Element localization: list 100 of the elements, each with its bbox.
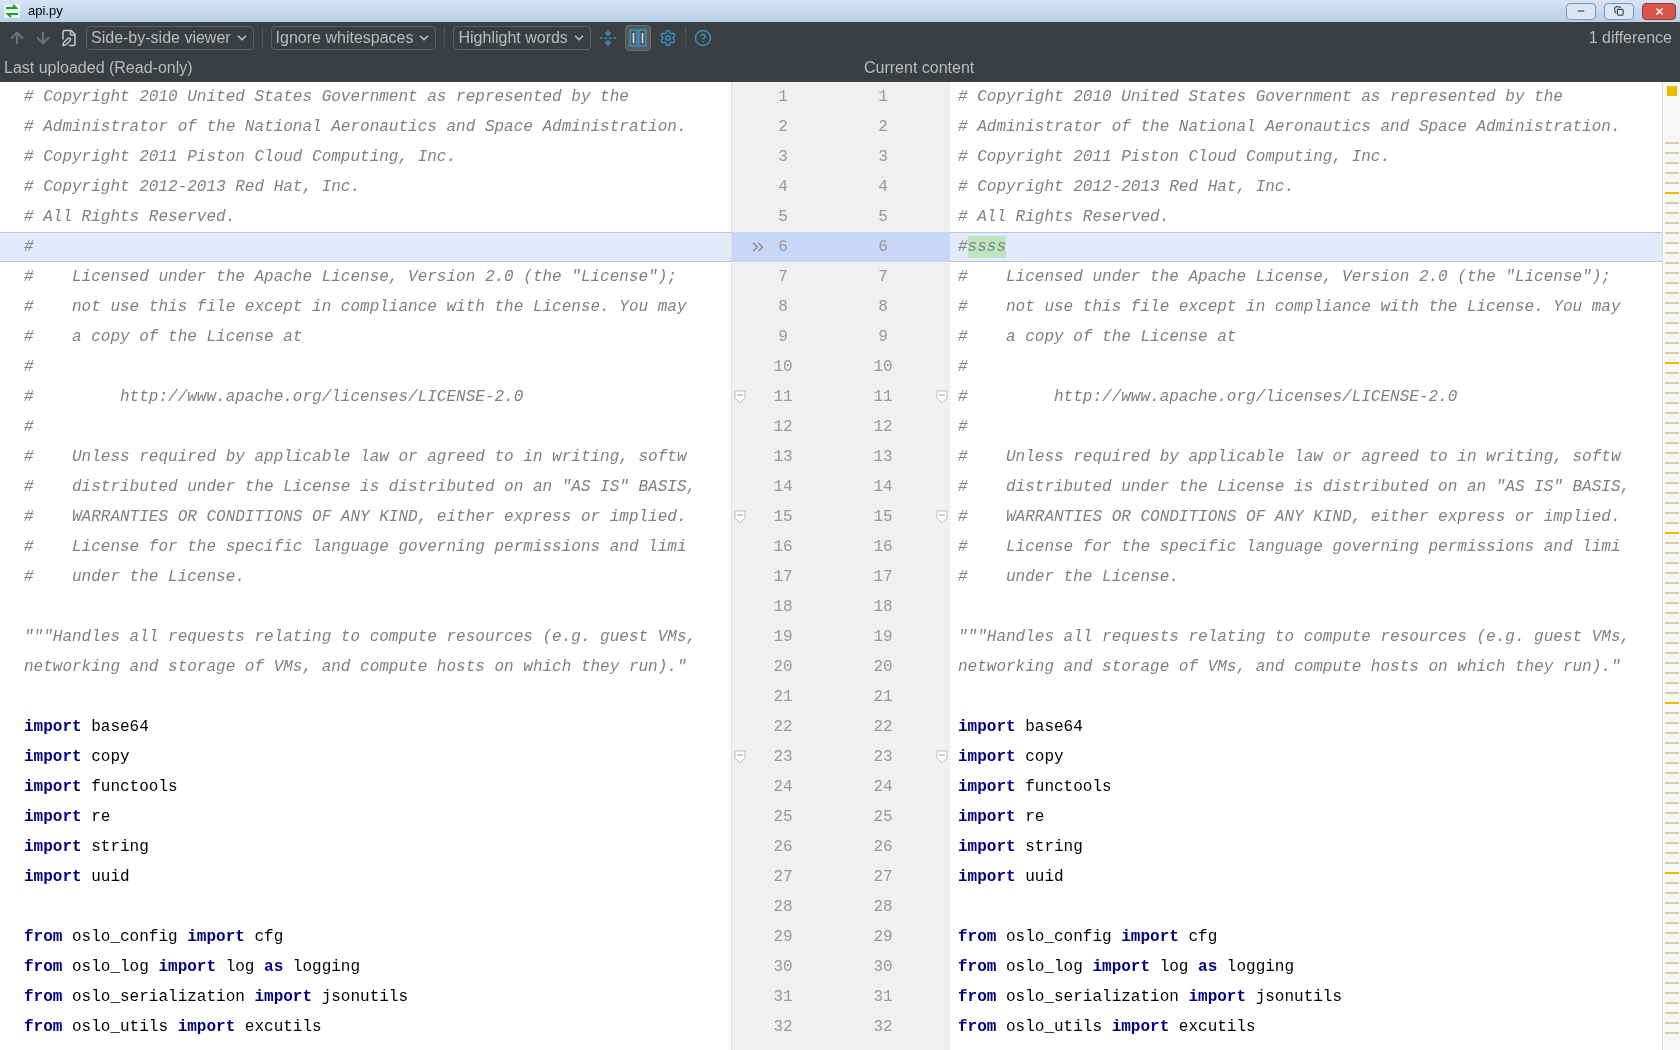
pane-title: Last uploaded (Read-only) — [4, 59, 193, 76]
code-text: # — [24, 237, 34, 258]
fold-marker-icon[interactable] — [936, 390, 948, 404]
fold-marker-icon[interactable] — [936, 750, 948, 764]
minimize-button[interactable] — [1566, 2, 1596, 20]
code-text: # WARRANTIES OR CONDITIONS OF ANY KIND, either express or implied. — [24, 507, 687, 528]
line-number: 9 — [877, 327, 889, 348]
line-number: 10 — [872, 357, 894, 378]
code-text: import — [958, 867, 1016, 888]
previous-difference-icon[interactable] — [8, 29, 26, 47]
code-text: copy — [1024, 747, 1064, 768]
restore-button[interactable] — [1604, 2, 1634, 20]
code-text: base64 — [90, 717, 149, 738]
code-text: # All Rights Reserved. — [958, 207, 1170, 228]
collapse-unchanged-icon[interactable] — [598, 29, 617, 47]
fold-marker-icon[interactable] — [734, 510, 746, 524]
line-number: 31 — [772, 987, 794, 1008]
code-text: import — [24, 867, 82, 888]
fold-marker-icon[interactable] — [734, 390, 746, 404]
code-text: # Administrator of the National Aeronautics and Space Administration. — [24, 117, 687, 138]
settings-icon[interactable] — [658, 29, 677, 47]
line-number: 14 — [872, 477, 894, 498]
code-text: log — [224, 957, 256, 978]
line-number: 3 — [777, 147, 789, 168]
pane-title: Current content — [864, 58, 975, 78]
code-text: oslo_log — [1005, 957, 1084, 978]
line-number: 11 — [872, 387, 894, 408]
code-text: # http://www.apache.org/licenses/LICENSE-2.0 — [958, 387, 1458, 408]
line-number: 30 — [872, 957, 894, 978]
code-text: import — [958, 747, 1016, 768]
code-text: import — [187, 927, 245, 948]
dropdown-button[interactable]: Highlight words — [453, 26, 591, 50]
code-text: from — [958, 957, 997, 978]
line-number: 15 — [772, 507, 794, 528]
code-text: # Copyright 2012-2013 Red Hat, Inc. — [958, 177, 1295, 198]
code-text: # Administrator of the National Aeronautics and Space Administration. — [958, 117, 1621, 138]
line-number: 16 — [872, 537, 894, 558]
code-text: uuid — [1024, 867, 1064, 888]
code-text: as — [1198, 957, 1218, 978]
code-text: # not use this file except in compliance with the License. You may — [958, 297, 1621, 318]
code-text: import — [958, 717, 1016, 738]
line-number: 12 — [772, 417, 794, 438]
dropdown-button[interactable]: Side-by-side viewer — [86, 26, 254, 50]
code-text: # Licensed under the Apache License, Version 2.0 (the "License"); — [24, 267, 677, 288]
line-number: 14 — [772, 477, 794, 498]
fold-marker-icon[interactable] — [936, 510, 948, 524]
line-number: 17 — [872, 567, 894, 588]
code-text: # a copy of the License at — [24, 327, 303, 348]
line-number: 2 — [877, 117, 889, 138]
code-text: cfg — [253, 927, 284, 948]
code-text: # Copyright 2012-2013 Red Hat, Inc. — [24, 177, 361, 198]
next-difference-icon[interactable] — [34, 29, 52, 47]
line-number: 23 — [872, 747, 894, 768]
code-text: # License for the specific language governing permissions and limi — [24, 537, 687, 558]
code-text: import — [177, 1017, 236, 1038]
code-text: jsonutils — [1254, 987, 1343, 1008]
code-text: from — [958, 927, 997, 948]
line-number: 32 — [872, 1017, 894, 1038]
fold-marker-icon[interactable] — [734, 750, 746, 764]
sync-scroll-toggle[interactable] — [624, 25, 651, 51]
code-text: import — [24, 777, 82, 798]
code-text: # Copyright 2011 Piston Cloud Computing, Inc. — [958, 147, 1391, 168]
code-text: # — [24, 357, 34, 378]
code-text: networking and storage of VMs, and compute hosts on which they run)." — [958, 657, 1621, 678]
line-number: 13 — [872, 447, 894, 468]
edit-source-icon[interactable] — [60, 29, 78, 47]
line-number: 11 — [772, 387, 794, 408]
code-text: uuid — [90, 867, 130, 888]
code-text: string — [90, 837, 149, 858]
line-number: 5 — [777, 207, 789, 228]
code-text: from — [958, 987, 997, 1008]
line-number: 15 — [872, 507, 894, 528]
diff-file-icon — [4, 4, 20, 18]
code-text: import — [158, 957, 217, 978]
code-text: import — [24, 747, 82, 768]
code-text: import — [1092, 957, 1151, 978]
code-text: from — [24, 927, 63, 948]
dropdown-button[interactable]: Ignore whitespaces — [270, 26, 437, 50]
code-text: excutils — [1177, 1017, 1256, 1038]
code-text: oslo_serialization — [71, 987, 246, 1008]
line-number: 12 — [872, 417, 894, 438]
close-button[interactable] — [1642, 2, 1676, 20]
line-number: 30 — [772, 957, 794, 978]
line-number: 24 — [872, 777, 894, 798]
line-number: 1 — [777, 87, 789, 108]
line-number: 17 — [772, 567, 794, 588]
code-text: """Handles all requests relating to compute resources (e.g. guest VMs, — [24, 627, 697, 648]
line-number: 22 — [872, 717, 894, 738]
code-text: # Copyright 2010 United States Government as represented by the — [24, 87, 629, 108]
restore-icon — [1614, 6, 1624, 16]
code-text: # — [958, 357, 968, 378]
line-number: 28 — [772, 897, 794, 918]
code-text: from — [24, 1017, 63, 1038]
line-number: 10 — [772, 357, 794, 378]
code-text: jsonutils — [320, 987, 409, 1008]
line-number: 19 — [872, 627, 894, 648]
help-icon[interactable] — [693, 29, 712, 47]
line-number: 8 — [777, 297, 789, 318]
line-number: 16 — [772, 537, 794, 558]
line-number: 3 — [877, 147, 889, 168]
